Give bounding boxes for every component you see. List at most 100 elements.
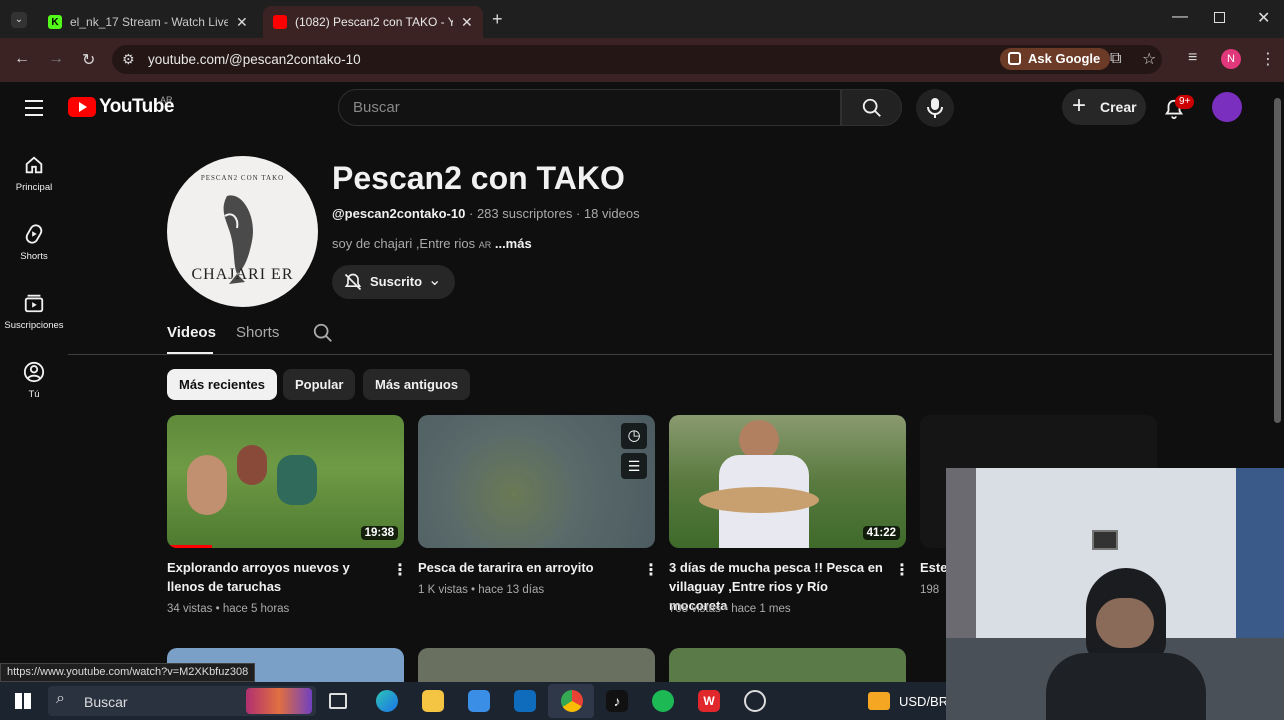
shorts-icon xyxy=(25,224,43,244)
file-explorer-icon[interactable] xyxy=(422,690,444,712)
profile-avatar[interactable]: N xyxy=(1221,49,1241,69)
subscriber-count: 283 suscriptores xyxy=(476,206,573,221)
bookmark-star-icon[interactable]: ☆ xyxy=(1142,49,1156,69)
browser-menu-icon[interactable]: ⋮ xyxy=(1260,49,1276,69)
video-more-icon[interactable]: ⋮ xyxy=(643,560,659,580)
watch-later-icon[interactable]: ◷ xyxy=(621,423,647,449)
channel-meta: @pescan2contako-10 · 283 suscriptores · … xyxy=(332,206,640,221)
page-scrollbar[interactable] xyxy=(1274,98,1281,423)
sidebar-item-label: Tú xyxy=(28,389,40,400)
restore-icon[interactable] xyxy=(1214,12,1225,23)
task-view-icon[interactable] xyxy=(329,693,347,709)
more-link[interactable]: ...más xyxy=(495,236,532,251)
account-avatar[interactable] xyxy=(1212,92,1242,122)
ask-google-label: Ask Google xyxy=(1028,51,1101,66)
sidebar-item-subscriptions[interactable]: Suscripciones xyxy=(0,292,68,331)
search-input[interactable] xyxy=(338,89,841,126)
reload-icon[interactable]: ↻ xyxy=(82,50,95,70)
video-thumbnail[interactable]: 19:38 xyxy=(167,415,404,548)
reading-list-icon[interactable]: ≡ xyxy=(1188,49,1197,67)
avatar-text-top: PESCAN2 CON TAKO xyxy=(200,174,285,182)
windows-start-icon[interactable] xyxy=(15,693,31,709)
store-icon[interactable] xyxy=(468,690,490,712)
tab-videos[interactable]: Videos xyxy=(167,324,216,341)
video-thumbnail[interactable] xyxy=(418,648,655,682)
menu-hamburger-icon[interactable] xyxy=(25,100,43,121)
browser-tab-youtube[interactable]: (1082) Pescan2 con TAKO - You ✕ xyxy=(263,6,483,38)
youtube-logo-icon[interactable] xyxy=(68,97,96,117)
video-title[interactable]: Pesca de tararira en arroyito xyxy=(418,558,633,577)
kick-favicon-icon: K xyxy=(48,15,62,29)
chip-mas-antiguos[interactable]: Más antiguos xyxy=(363,369,471,400)
close-tab-icon[interactable]: ✕ xyxy=(236,14,248,31)
outlook-icon[interactable] xyxy=(514,690,536,712)
home-icon xyxy=(25,156,43,174)
video-thumbnail[interactable] xyxy=(669,648,906,682)
video-meta: 198 xyxy=(920,584,940,596)
user-icon xyxy=(23,361,45,383)
video-title[interactable]: Este xyxy=(920,558,946,577)
subscriptions-icon xyxy=(24,294,44,313)
description-region: AR xyxy=(478,240,492,250)
tab-search-chevron-icon[interactable]: ⌄ xyxy=(11,12,27,28)
video-more-icon[interactable]: ⋮ xyxy=(392,560,408,580)
add-to-queue-icon[interactable]: ☰ xyxy=(621,453,647,479)
channel-avatar[interactable]: PESCAN2 CON TAKO CHAJARI ER xyxy=(167,156,318,307)
region-code: AR xyxy=(160,95,173,105)
sidebar-item-label: Shorts xyxy=(20,251,48,262)
install-app-icon[interactable]: ⧉ xyxy=(1110,50,1121,68)
video-thumbnail[interactable]: 41:22 xyxy=(669,415,906,548)
speedtest-icon[interactable] xyxy=(744,690,766,712)
new-tab-icon[interactable]: + xyxy=(492,9,503,30)
tiktok-icon[interactable]: ♪ xyxy=(606,690,628,712)
channel-description[interactable]: soy de chajari ,Entre rios AR ...más xyxy=(332,236,532,251)
separator: · xyxy=(468,206,474,221)
voice-search-button[interactable] xyxy=(916,89,954,127)
video-more-icon[interactable]: ⋮ xyxy=(894,560,910,580)
wall-picture xyxy=(1092,530,1118,550)
browser-tab-kick[interactable]: K el_nk_17 Stream - Watch Live o ✕ xyxy=(38,6,260,38)
channel-name: Pescan2 con TAKO xyxy=(332,160,625,196)
tab-title: el_nk_17 Stream - Watch Live o xyxy=(70,15,228,29)
channel-search-icon[interactable] xyxy=(312,322,334,344)
tab-title: (1082) Pescan2 con TAKO - You xyxy=(295,15,453,29)
tabs-divider xyxy=(68,354,1272,355)
subscribed-label: Suscrito xyxy=(370,274,423,289)
edge-icon[interactable] xyxy=(376,690,398,712)
sidebar-item-shorts[interactable]: Shorts xyxy=(0,223,68,262)
youtube-favicon-icon xyxy=(273,15,287,29)
forward-icon[interactable]: → xyxy=(48,50,64,68)
chrome-icon[interactable] xyxy=(561,690,583,712)
separator: · xyxy=(575,206,581,221)
plus-icon: + xyxy=(1072,92,1087,119)
market-ticker-icon xyxy=(868,692,890,710)
video-thumbnail[interactable]: ◷ ☰ xyxy=(418,415,655,548)
video-meta: 705 vistas • hace 1 mes xyxy=(669,603,791,615)
avatar-text-bottom: CHAJARI ER xyxy=(191,266,294,283)
sidebar-item-principal[interactable]: Principal xyxy=(0,154,68,193)
close-window-icon[interactable]: ✕ xyxy=(1257,8,1270,28)
search-button[interactable] xyxy=(841,89,902,126)
sidebar-item-you[interactable]: Tú xyxy=(0,361,68,400)
minimize-icon[interactable]: — xyxy=(1172,8,1188,26)
close-tab-icon[interactable]: ✕ xyxy=(461,14,473,31)
ask-google-button[interactable]: Ask Google xyxy=(1000,48,1111,70)
chip-mas-recientes[interactable]: Más recientes xyxy=(167,369,277,400)
spotify-icon[interactable] xyxy=(652,690,674,712)
site-info-icon[interactable]: ⚙ xyxy=(122,51,135,68)
bell-off-icon xyxy=(344,273,362,291)
watch-progress-bar xyxy=(167,545,212,548)
tab-shorts[interactable]: Shorts xyxy=(236,324,279,341)
search-icon: ⌕ xyxy=(56,690,65,707)
video-title[interactable]: Explorando arroyos nuevos y llenos de ta… xyxy=(167,558,382,596)
search-highlight-image xyxy=(246,688,312,714)
wps-office-icon[interactable]: W xyxy=(698,690,720,712)
webcam-overlay xyxy=(946,468,1284,720)
create-label: Crear xyxy=(1100,99,1137,115)
sidebar-item-label: Principal xyxy=(15,182,53,193)
url-text[interactable]: youtube.com/@pescan2contako-10 xyxy=(148,52,361,67)
active-tab-underline xyxy=(167,352,213,354)
back-icon[interactable]: ← xyxy=(14,50,30,68)
chip-popular[interactable]: Popular xyxy=(283,369,356,400)
video-duration: 41:22 xyxy=(862,526,900,540)
